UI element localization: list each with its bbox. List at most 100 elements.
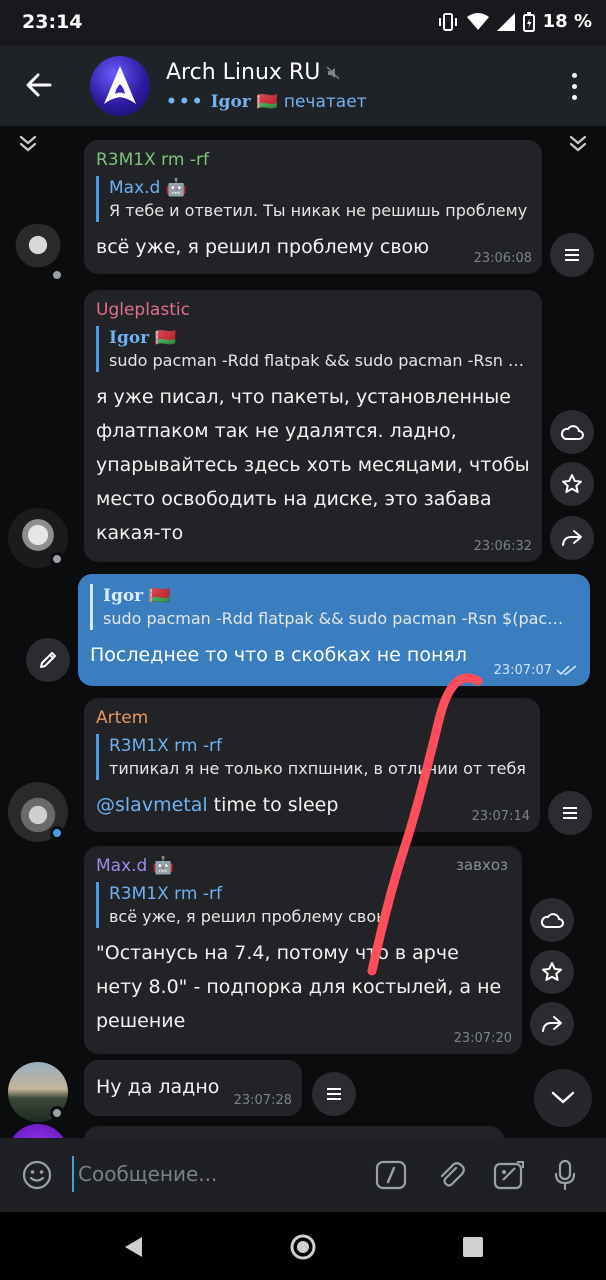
message-bubble[interactable]: R3M1X rm -rf Max.d 🤖 Я тебе и ответил. Т… [84,140,542,274]
status-dot [50,826,64,840]
status-dot [50,1106,64,1120]
message-time: 23:07:28 [233,1093,292,1108]
typing-status: ••• Igor 🇧🇾 печатает [166,92,367,112]
reply-quote[interactable]: Igor 🇧🇾 sudo pacman -Rdd flatpak && sudo… [90,584,578,630]
square-recents-icon [463,1237,483,1257]
nav-recents-button[interactable] [458,1232,488,1262]
message-time: 23:06:08 [473,251,532,266]
edit-button[interactable] [26,638,70,682]
battery-level: 18 % [542,11,592,32]
quote-text: Я тебе и ответил. Ты никак не решишь про… [109,201,528,220]
attach-button[interactable] [434,1158,468,1192]
message-text: @slavmetal time to sleep [96,788,528,822]
message-sender[interactable]: Max.d 🤖 [96,856,510,876]
quote-author: R3M1X rm -rf [109,884,222,904]
save-to-cloud-button[interactable] [530,898,574,942]
typing-user: Igor 🇧🇾 [210,92,278,112]
sticker-icon [493,1161,524,1190]
bot-commands-button[interactable] [374,1158,408,1192]
chevron-down-icon [551,1091,575,1104]
own-message-bubble[interactable]: Igor 🇧🇾 sudo pacman -Rdd flatpak && sudo… [78,574,590,686]
quote-author: Max.d 🤖 [109,178,187,198]
more-menu-button[interactable] [564,68,584,104]
star-icon [562,474,582,493]
reply-quote[interactable]: Igor 🇧🇾 sudo pacman -Rdd flatpak && sudo… [96,326,530,372]
cloud-icon [540,913,564,928]
nav-home-button[interactable] [288,1232,318,1262]
favorite-button[interactable] [530,950,574,994]
quote-author: R3M1X rm -rf [109,736,222,756]
message-time: 23:06:32 [473,539,532,554]
quote-text: типикал я не только пхпшник, в отличии о… [109,759,526,778]
arrow-left-icon [26,73,52,97]
reply-quote[interactable]: Max.d 🤖 Я тебе и ответил. Ты никак не ре… [96,176,530,222]
message-time: 23:07:07 [493,663,552,678]
message-sender[interactable]: Artem [96,708,528,728]
chat-title-area[interactable]: Arch Linux RU [166,60,340,85]
composer-bar [0,1138,606,1212]
smile-icon [22,1160,52,1190]
menu-lines-icon [327,1088,341,1100]
chevron-down-double-icon[interactable] [568,134,588,154]
reply-quote[interactable]: R3M1X rm -rf всё уже, я решил проблему с… [96,882,510,928]
save-to-cloud-button[interactable] [550,410,594,454]
message-time: 23:07:14 [471,809,530,824]
emoji-button[interactable] [20,1158,54,1192]
share-arrow-icon [542,1016,562,1032]
menu-lines-icon [563,807,577,819]
signal-icon [496,12,515,31]
forward-button[interactable] [550,516,594,560]
status-time: 23:14 [22,11,83,33]
chat-avatar[interactable] [90,56,150,116]
message-menu-button[interactable] [548,791,592,835]
menu-lines-icon [565,249,579,261]
user-mention[interactable]: @slavmetal [96,794,208,816]
forward-button[interactable] [530,1002,574,1046]
circle-home-icon [290,1234,316,1260]
status-bar: 23:14 18 % [0,0,606,46]
nav-back-button[interactable] [118,1232,148,1262]
message-bubble[interactable] [84,1126,504,1138]
slash-command-icon [375,1160,407,1190]
system-nav-bar [0,1212,606,1280]
message-sender[interactable]: Ugleplastic [96,300,530,320]
chevron-down-double-icon[interactable] [18,134,38,154]
message-bubble[interactable]: Ну да ладно 23:07:28 [84,1060,302,1116]
quote-text: sudo pacman -Rdd flatpak && sudo pacman … [109,351,530,370]
sticker-button[interactable] [492,1158,526,1192]
star-icon [542,962,562,981]
message-menu-button[interactable] [312,1072,356,1116]
pencil-icon [40,652,56,668]
quote-text: всё уже, я решил проблему свою [109,907,390,926]
favorite-button[interactable] [550,462,594,506]
message-text: всё уже, я решил проблему свою [96,236,430,258]
reply-quote[interactable]: R3M1X rm -rf типикал я не только пхпшник… [96,734,528,780]
chat-title: Arch Linux RU [166,60,321,85]
triangle-back-icon [125,1237,142,1257]
typing-dots: ••• [166,92,205,112]
message-text: "Останусь на 7.4, потому что в арче нету… [96,942,502,1032]
chat-area[interactable]: R3M1X rm -rf Max.d 🤖 Я тебе и ответил. Т… [0,126,606,1138]
vibrate-icon [438,12,457,31]
avatar[interactable] [8,1124,68,1138]
message-sender[interactable]: R3M1X rm -rf [96,150,530,170]
wifi-icon [466,12,489,30]
admin-title-label: завхоз [455,856,508,874]
status-dot [50,268,64,282]
voice-record-button[interactable] [548,1158,582,1192]
message-bubble[interactable]: Max.d 🤖 завхоз R3M1X rm -rf всё уже, я р… [84,846,522,1054]
scroll-down-button[interactable] [534,1069,592,1127]
message-text-rest: time to sleep [207,794,339,816]
quote-text: sudo pacman -Rdd flatpak && sudo pacman … [103,609,578,628]
message-bubble[interactable]: Ugleplastic Igor 🇧🇾 sudo pacman -Rdd fla… [84,290,542,562]
message-menu-button[interactable] [550,233,594,277]
message-time: 23:07:20 [453,1031,512,1046]
quote-author: Igor 🇧🇾 [109,328,177,348]
message-input[interactable] [72,1156,352,1192]
microphone-icon [554,1159,576,1191]
muted-icon [326,65,340,80]
back-button[interactable] [20,66,58,104]
paperclip-icon [440,1162,465,1187]
status-dot [50,552,64,566]
message-bubble[interactable]: Artem R3M1X rm -rf типикал я не только п… [84,698,540,832]
